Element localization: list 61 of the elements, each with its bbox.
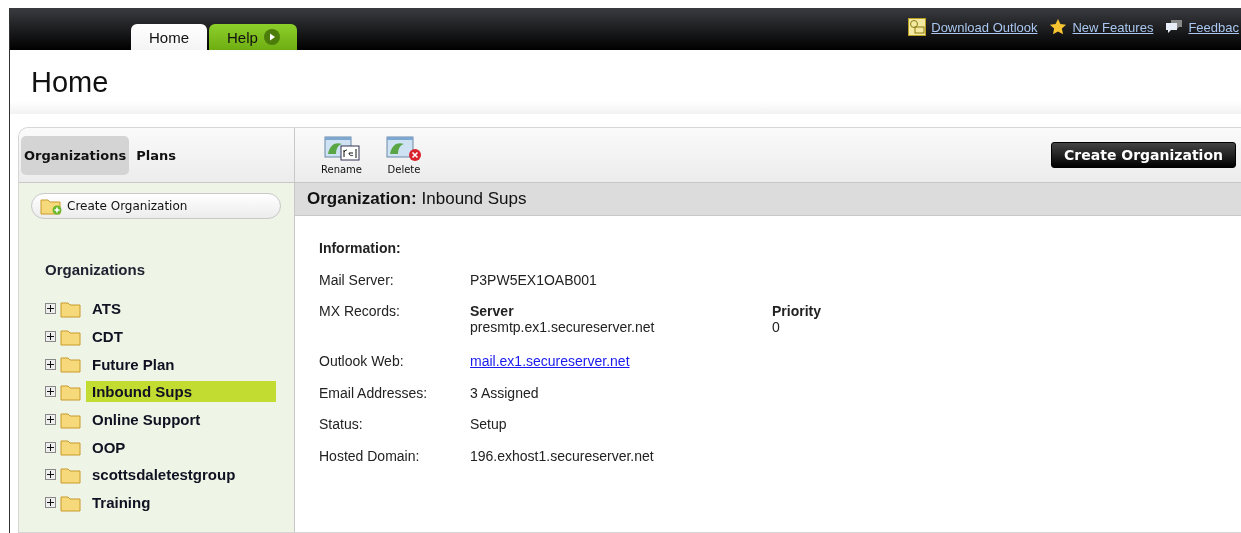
tree-item[interactable]: ATS bbox=[86, 298, 276, 320]
create-organization-button[interactable]: Create Organization bbox=[1051, 142, 1236, 168]
expand-icon[interactable] bbox=[45, 358, 56, 370]
toolbar-button[interactable]: Delete bbox=[386, 135, 422, 175]
tree-item[interactable]: scottsdaletestgroup bbox=[86, 464, 276, 486]
section-title: Information: bbox=[319, 240, 401, 256]
tree-title: Organizations bbox=[45, 261, 146, 278]
field-value: P3PW5EX1OAB001 bbox=[470, 271, 597, 288]
field-label: Hosted Domain: bbox=[319, 447, 420, 464]
expand-icon[interactable] bbox=[45, 303, 56, 315]
field-value: Setup bbox=[470, 416, 507, 432]
tree-item[interactable]: Inbound Sups bbox=[86, 381, 276, 403]
tree-item[interactable]: Online Support bbox=[86, 409, 276, 431]
page-title: Home bbox=[31, 65, 109, 99]
tree-item[interactable]: OOP bbox=[86, 436, 276, 458]
field-label: Email Addresses: bbox=[319, 384, 428, 401]
folder-icon bbox=[60, 299, 82, 318]
folder-icon bbox=[60, 327, 82, 346]
nav-tab[interactable]: Home bbox=[131, 24, 207, 50]
expand-icon[interactable] bbox=[45, 386, 56, 398]
star-icon bbox=[1049, 18, 1068, 36]
expand-icon[interactable] bbox=[45, 331, 56, 343]
folder-add-icon bbox=[40, 197, 62, 215]
detail-label: Organization: bbox=[307, 189, 417, 209]
header-link[interactable]: New Features bbox=[1072, 19, 1154, 35]
create-organization-button[interactable]: Create Organization bbox=[31, 193, 281, 219]
tree-item[interactable]: Future Plan bbox=[86, 353, 276, 375]
field-value: 3 Assigned bbox=[470, 384, 539, 401]
expand-icon[interactable] bbox=[45, 497, 56, 509]
folder-icon bbox=[60, 438, 82, 457]
field-label: MX Records: bbox=[319, 303, 400, 319]
tree-item[interactable]: Training bbox=[86, 492, 276, 514]
delete-icon bbox=[386, 135, 422, 162]
speech-bubbles-icon bbox=[1165, 19, 1184, 35]
field-value: 0 bbox=[772, 319, 780, 335]
field-label: Status: bbox=[319, 416, 363, 432]
tree-item[interactable]: CDT bbox=[86, 326, 276, 348]
field-label: Mail Server: bbox=[319, 271, 394, 288]
outlook-web-link[interactable]: mail.ex1.secureserver.net bbox=[470, 353, 630, 369]
column-heading: Priority bbox=[772, 303, 821, 319]
field-label: Outlook Web: bbox=[319, 353, 404, 369]
expand-icon[interactable] bbox=[45, 469, 56, 481]
organization-name: Inbound Sups bbox=[421, 189, 527, 209]
expand-icon[interactable] bbox=[45, 414, 56, 426]
header-link[interactable]: Download Outlook bbox=[931, 19, 1038, 35]
nav-tab[interactable]: Help bbox=[209, 24, 297, 50]
folder-icon bbox=[60, 465, 82, 484]
folder-icon bbox=[60, 493, 82, 512]
column-heading: Server bbox=[470, 303, 514, 319]
rename-icon bbox=[323, 135, 360, 162]
toolbar-button[interactable]: Rename bbox=[321, 135, 362, 175]
field-value: presmtp.ex1.secureserver.net bbox=[470, 319, 655, 335]
folder-icon bbox=[60, 382, 82, 401]
header-link[interactable]: Feedbac bbox=[1188, 19, 1239, 35]
folder-icon bbox=[60, 410, 82, 429]
play-icon bbox=[263, 29, 280, 45]
expand-icon[interactable] bbox=[45, 441, 56, 453]
folder-icon bbox=[60, 355, 82, 374]
field-value: 196.exhost1.secureserver.net bbox=[470, 447, 654, 464]
sidebar-tab[interactable]: Organizations bbox=[21, 135, 130, 175]
sidebar-tab[interactable]: Plans bbox=[133, 135, 179, 175]
